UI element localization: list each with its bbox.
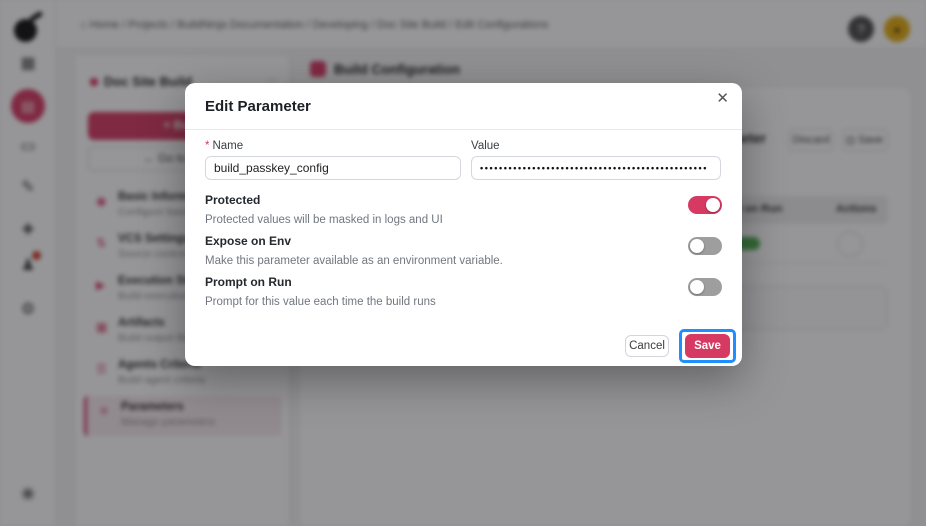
modal-divider (185, 129, 742, 130)
prompt-on-run-toggle[interactable] (688, 278, 722, 296)
edit-parameter-modal: ✕ Edit Parameter *Name Value Protected P… (185, 83, 742, 366)
toggle-knob (690, 239, 704, 253)
name-label: * Name (205, 140, 243, 152)
expose-on-env-toggle[interactable] (688, 237, 722, 255)
app-screen: ▦ ▤ ▭ ✎ ◈ ♟ ⚙ ◉ ⌂ Home / Projects / Buil… (0, 0, 926, 526)
prompt-on-run-label: Prompt on Run (205, 275, 292, 289)
expose-on-env-description: Make this parameter available as an envi… (205, 255, 503, 267)
protected-label: Protected (205, 193, 261, 207)
name-input[interactable] (205, 156, 461, 180)
required-asterisk: * (205, 140, 210, 152)
toggle-knob (706, 198, 720, 212)
expose-on-env-label: Expose on Env (205, 234, 292, 248)
save-button[interactable]: Save (685, 334, 730, 358)
value-label: Value (471, 140, 500, 152)
cancel-button[interactable]: Cancel (625, 335, 669, 357)
name-label-text: Name (212, 140, 244, 152)
prompt-on-run-description: Prompt for this value each time the buil… (205, 296, 436, 308)
value-input-masked[interactable] (471, 156, 721, 180)
toggle-knob (690, 280, 704, 294)
protected-toggle[interactable] (688, 196, 722, 214)
close-icon[interactable]: ✕ (716, 89, 729, 107)
protected-description: Protected values will be masked in logs … (205, 214, 443, 226)
modal-title: Edit Parameter (205, 98, 311, 115)
